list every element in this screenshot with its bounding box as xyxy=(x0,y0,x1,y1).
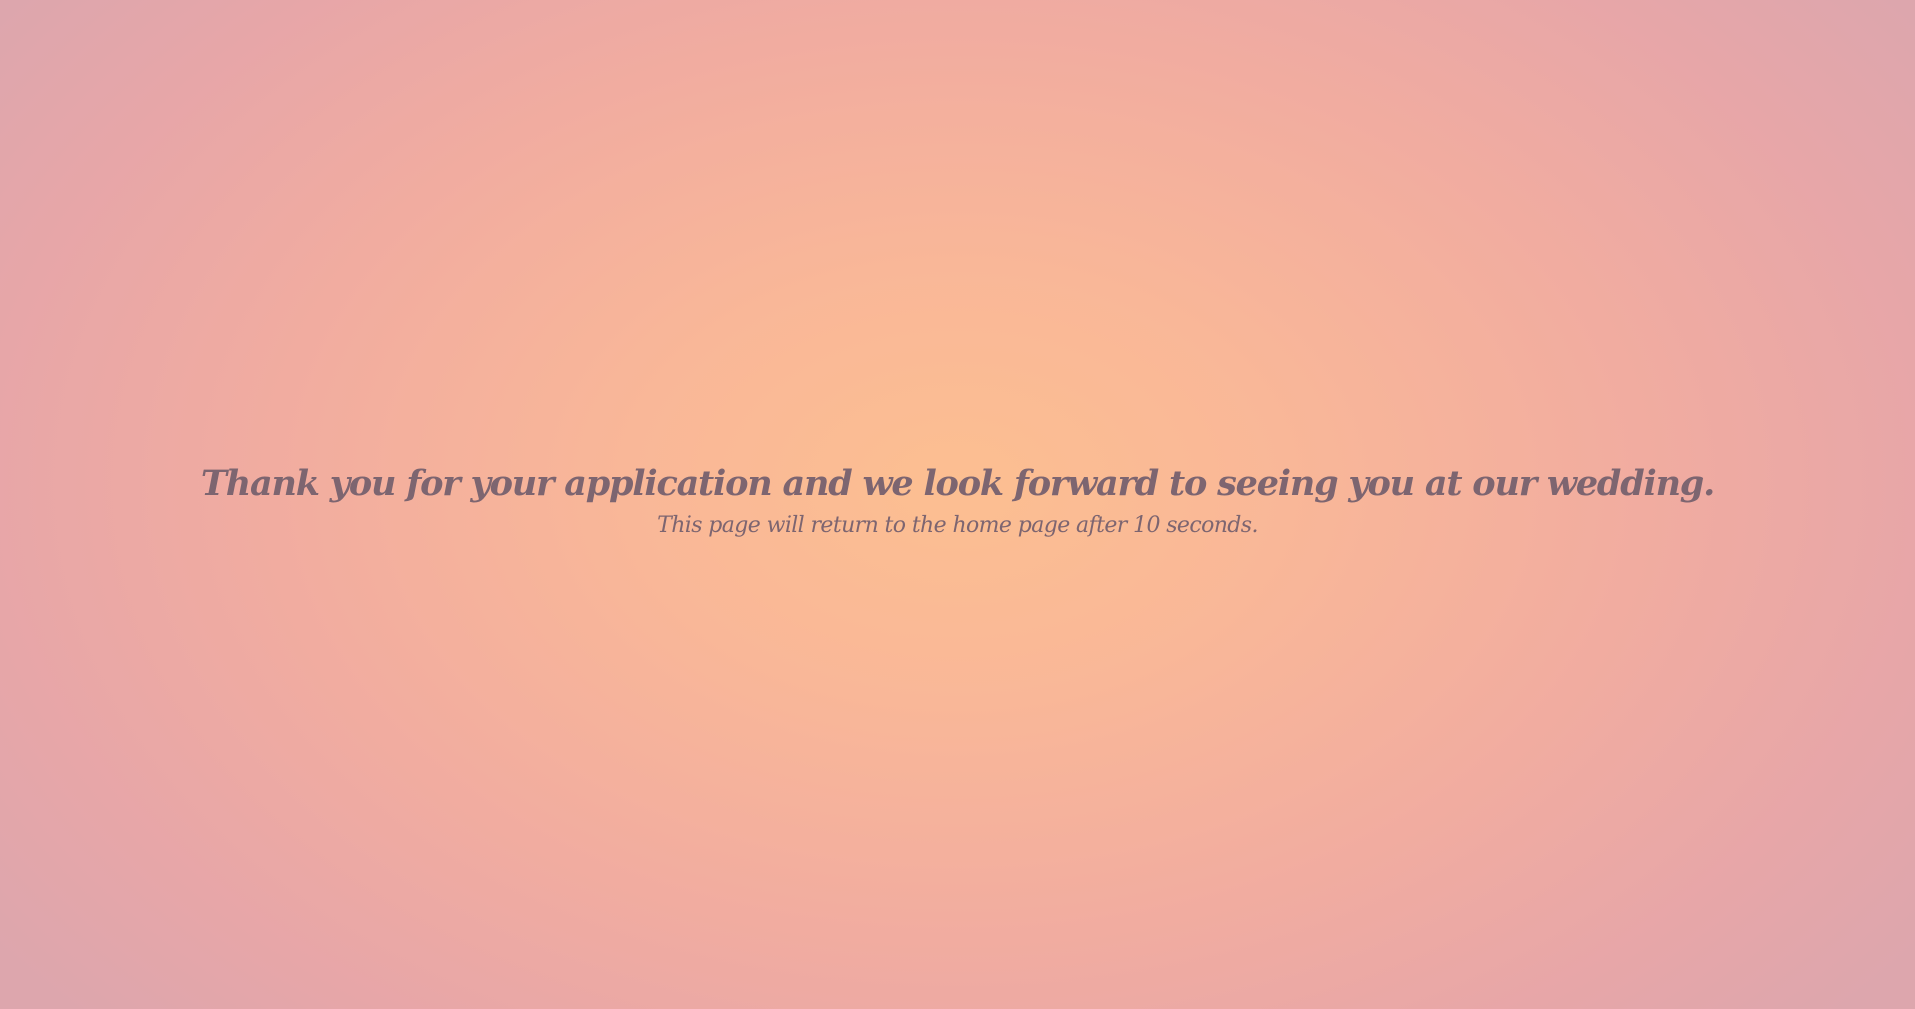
thank-you-headline: Thank you for your application and we lo… xyxy=(200,463,1715,504)
confirmation-message: Thank you for your application and we lo… xyxy=(0,458,1915,542)
redirect-notice: This page will return to the home page a… xyxy=(657,513,1258,538)
